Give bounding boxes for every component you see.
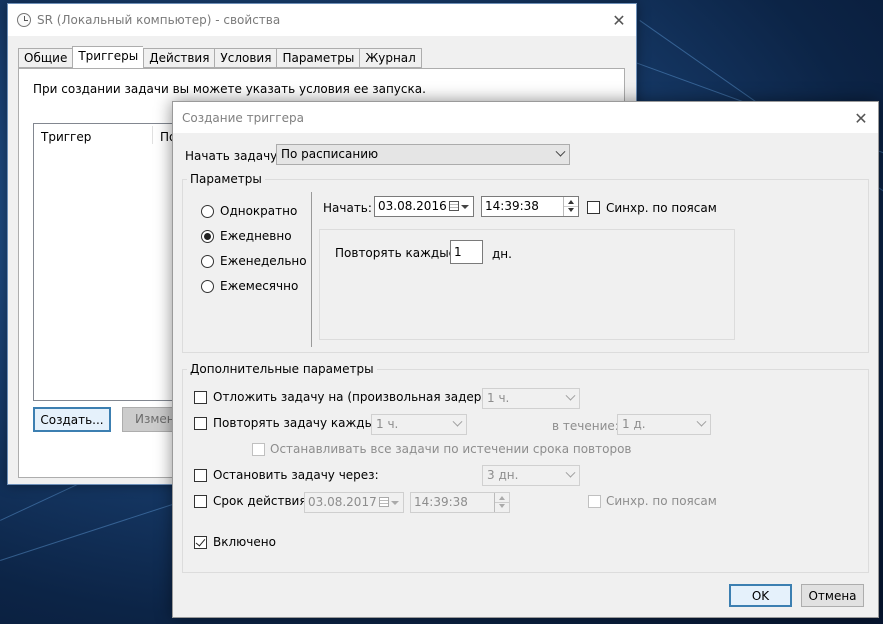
tab-actions[interactable]: Действия bbox=[143, 48, 215, 68]
stop-after-value: 3 дн. bbox=[487, 468, 519, 482]
radio-daily-label[interactable]: Ежедневно bbox=[220, 229, 292, 243]
column-header-trigger[interactable]: Триггер bbox=[41, 130, 91, 144]
expire-date-picker[interactable]: 03.08.2017 bbox=[304, 492, 404, 513]
delay-label[interactable]: Отложить задачу на (произвольная задержк… bbox=[213, 390, 516, 404]
window-title: SR (Локальный компьютер) - свойства bbox=[37, 13, 281, 27]
tab-history[interactable]: Журнал bbox=[359, 48, 422, 68]
repeat-every-label: Повторять каждые: bbox=[335, 246, 461, 260]
chevron-down-icon bbox=[696, 416, 707, 427]
chevron-down-icon bbox=[565, 467, 576, 478]
start-time-value: 14:39:38 bbox=[485, 199, 539, 213]
expire-time-field[interactable]: 14:39:38 bbox=[410, 492, 510, 513]
dialog-title-bar: Создание триггера ✕ bbox=[173, 102, 878, 133]
duration-label: в течение: bbox=[552, 419, 619, 433]
start-date-picker[interactable]: 03.08.2016 bbox=[374, 196, 474, 217]
delay-select[interactable]: 1 ч. bbox=[482, 388, 580, 409]
radio-weekly-label[interactable]: Еженедельно bbox=[220, 254, 307, 268]
stop-all-label[interactable]: Останавливать все задачи по истечении ср… bbox=[270, 442, 631, 456]
column-divider[interactable] bbox=[152, 126, 153, 144]
stop-after-checkbox[interactable] bbox=[194, 469, 207, 482]
ok-button[interactable]: OK bbox=[729, 584, 792, 607]
panel-description: При создании задачи вы можете указать ус… bbox=[33, 82, 426, 96]
tab-settings[interactable]: Параметры bbox=[276, 48, 360, 68]
duration-select[interactable]: 1 д. bbox=[617, 414, 711, 435]
radio-daily[interactable] bbox=[201, 230, 214, 243]
parameters-group-title: Параметры bbox=[187, 172, 265, 186]
expire-label[interactable]: Срок действия: bbox=[213, 494, 311, 508]
stop-after-select[interactable]: 3 дн. bbox=[482, 465, 580, 486]
expire-sync-label[interactable]: Синхр. по поясам bbox=[606, 494, 717, 508]
chevron-down-icon bbox=[555, 146, 566, 157]
time-spinner[interactable] bbox=[494, 493, 509, 512]
create-trigger-button[interactable]: Создать... bbox=[33, 407, 111, 432]
enabled-checkbox[interactable] bbox=[194, 536, 207, 549]
start-task-select[interactable]: По расписанию bbox=[276, 144, 570, 165]
start-task-value: По расписанию bbox=[281, 147, 379, 161]
tab-triggers[interactable]: Триггеры bbox=[72, 46, 144, 68]
expire-date-value: 03.08.2017 bbox=[308, 495, 377, 509]
tab-conditions[interactable]: Условия bbox=[214, 48, 277, 68]
repeat-every-input[interactable]: 1 bbox=[450, 240, 483, 264]
repeat-unit-label: дн. bbox=[492, 247, 512, 261]
triggers-list[interactable]: Триггер По bbox=[33, 123, 183, 401]
calendar-icon bbox=[449, 201, 459, 211]
calendar-icon bbox=[379, 497, 389, 507]
start-label: Начать: bbox=[323, 201, 372, 215]
time-spinner[interactable] bbox=[563, 197, 578, 216]
sync-timezones-label[interactable]: Синхр. по поясам bbox=[606, 201, 717, 215]
repeat-task-checkbox[interactable] bbox=[194, 417, 207, 430]
spin-down-icon[interactable] bbox=[568, 208, 574, 212]
chevron-down-icon bbox=[452, 416, 463, 427]
parameters-divider bbox=[311, 192, 312, 347]
radio-once-label[interactable]: Однократно bbox=[220, 204, 297, 218]
delay-value: 1 ч. bbox=[487, 391, 510, 405]
radio-monthly-label[interactable]: Ежемесячно bbox=[220, 279, 298, 293]
task-clock-icon bbox=[17, 13, 31, 27]
spin-down-icon[interactable] bbox=[499, 504, 505, 508]
tab-general[interactable]: Общие bbox=[18, 48, 73, 68]
repeat-task-label[interactable]: Повторять задачу каждые: bbox=[213, 416, 385, 430]
start-task-label: Начать задачу: bbox=[185, 149, 282, 163]
cancel-button[interactable]: Отмена bbox=[801, 584, 864, 607]
dropdown-arrow-icon bbox=[391, 501, 399, 505]
close-icon[interactable]: ✕ bbox=[602, 4, 636, 36]
repeat-task-value: 1 ч. bbox=[376, 417, 399, 431]
radio-weekly[interactable] bbox=[201, 255, 214, 268]
duration-value: 1 д. bbox=[622, 417, 646, 431]
sync-timezones-checkbox[interactable] bbox=[587, 201, 600, 214]
spin-up-icon[interactable] bbox=[568, 200, 574, 204]
dropdown-arrow-icon bbox=[461, 205, 469, 209]
create-trigger-dialog: Создание триггера ✕ Начать задачу: По ра… bbox=[172, 101, 879, 618]
spin-up-icon[interactable] bbox=[499, 496, 505, 500]
tab-strip: Общие Триггеры Действия Условия Параметр… bbox=[18, 46, 422, 68]
radio-once[interactable] bbox=[201, 205, 214, 218]
expire-time-value: 14:39:38 bbox=[414, 495, 468, 509]
expire-sync-checkbox[interactable] bbox=[588, 495, 601, 508]
chevron-down-icon bbox=[565, 390, 576, 401]
title-bar: SR (Локальный компьютер) - свойства ✕ bbox=[8, 4, 636, 36]
radio-monthly[interactable] bbox=[201, 280, 214, 293]
stop-all-checkbox[interactable] bbox=[252, 443, 265, 456]
start-date-value: 03.08.2016 bbox=[378, 199, 447, 213]
repeat-task-select[interactable]: 1 ч. bbox=[371, 414, 467, 435]
expire-checkbox[interactable] bbox=[194, 495, 207, 508]
dialog-title: Создание триггера bbox=[182, 110, 304, 125]
advanced-group-title: Дополнительные параметры bbox=[187, 362, 377, 376]
close-icon[interactable]: ✕ bbox=[844, 102, 878, 134]
stop-after-label[interactable]: Остановить задачу через: bbox=[213, 468, 379, 482]
start-time-field[interactable]: 14:39:38 bbox=[481, 196, 579, 217]
enabled-label[interactable]: Включено bbox=[213, 535, 276, 549]
delay-checkbox[interactable] bbox=[194, 391, 207, 404]
